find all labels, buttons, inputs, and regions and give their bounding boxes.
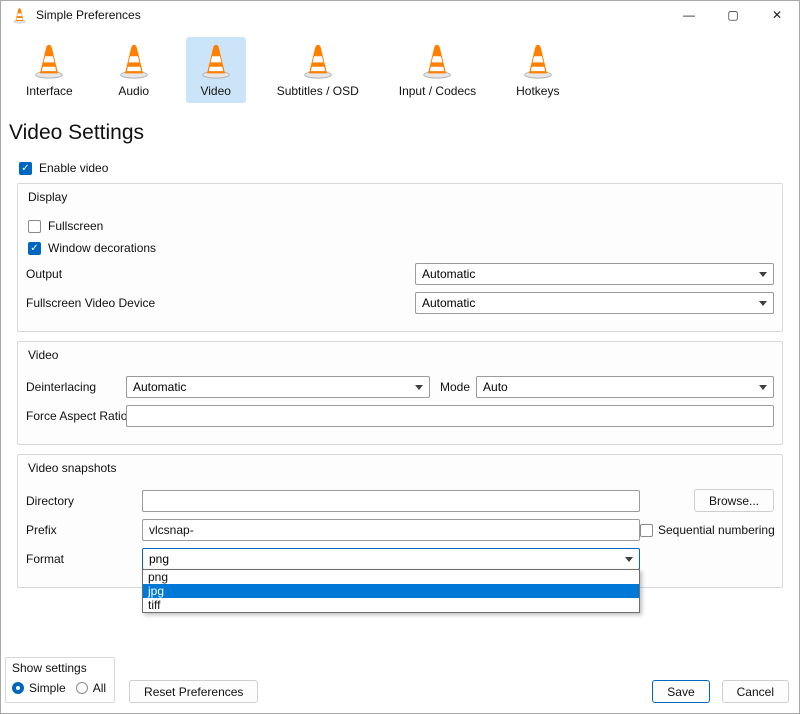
window-decorations-row: ✓ Window decorations [28, 241, 774, 255]
tab-subtitles-osd[interactable]: Subtitles / OSD [268, 37, 368, 103]
output-value: Automatic [422, 267, 753, 281]
force-aspect-ratio-label: Force Aspect Ratio [26, 409, 126, 423]
fullscreen-video-device-combobox[interactable]: Automatic [415, 292, 774, 314]
output-row: Output Automatic [26, 263, 774, 285]
deinterlacing-value: Automatic [133, 380, 409, 394]
mode-combobox[interactable]: Auto [476, 376, 774, 398]
window-controls: — ▢ ✕ [667, 1, 799, 29]
tab-audio[interactable]: Audio [104, 37, 164, 103]
video-snapshots-group: Video snapshots Directory Browse... Pref… [17, 454, 783, 588]
preferences-window: Simple Preferences — ▢ ✕ Interface Audio… [0, 0, 800, 714]
dropdown-arrow-icon [759, 385, 767, 390]
directory-label: Directory [26, 494, 142, 508]
fullscreen-label: Fullscreen [48, 219, 103, 233]
prefix-label: Prefix [26, 523, 142, 537]
format-label: Format [26, 552, 142, 566]
all-radio[interactable] [76, 682, 88, 694]
tab-interface[interactable]: Interface [17, 37, 82, 103]
mode-label: Mode [440, 380, 470, 394]
output-combobox[interactable]: Automatic [415, 263, 774, 285]
deinterlacing-combobox[interactable]: Automatic [126, 376, 430, 398]
tab-input-codecs[interactable]: Input / Codecs [390, 37, 485, 103]
enable-video-row: ✓ Enable video [19, 161, 783, 175]
format-option-png[interactable]: png [143, 570, 639, 584]
input-codecs-icon [418, 42, 456, 83]
hotkeys-icon [519, 42, 557, 83]
browse-button[interactable]: Browse... [694, 489, 774, 512]
fullscreen-row: Fullscreen [28, 219, 774, 233]
fullscreen-checkbox[interactable] [28, 220, 41, 233]
deinterlacing-label: Deinterlacing [26, 380, 126, 394]
tab-subtitles-osd-label: Subtitles / OSD [277, 84, 359, 98]
save-button[interactable]: Save [652, 680, 709, 703]
force-aspect-ratio-input[interactable] [126, 405, 774, 427]
radio-all-item[interactable]: All [76, 681, 106, 695]
display-group: Display Fullscreen ✓ Window decorations … [17, 183, 783, 332]
minimize-button[interactable]: — [667, 1, 711, 29]
tab-video[interactable]: Video [186, 37, 246, 103]
format-combobox-wrap: png png jpg tiff [142, 548, 640, 570]
fullscreen-video-device-label: Fullscreen Video Device [26, 296, 415, 310]
directory-input[interactable] [142, 490, 640, 512]
tab-hotkeys-label: Hotkeys [516, 84, 559, 98]
page-title: Video Settings [1, 111, 799, 149]
window-title: Simple Preferences [36, 8, 141, 22]
footer-bar: Show settings Simple All Reset Preferenc… [1, 657, 799, 713]
display-group-title: Display [26, 188, 774, 211]
fullscreen-video-device-row: Fullscreen Video Device Automatic [26, 292, 774, 314]
show-settings-title: Show settings [12, 661, 106, 681]
directory-row: Directory Browse... [26, 489, 774, 512]
video-group-title: Video [26, 346, 774, 369]
simple-radio-label: Simple [29, 681, 66, 695]
radio-simple-item[interactable]: Simple [12, 681, 66, 695]
format-option-tiff[interactable]: tiff [143, 598, 639, 612]
video-icon [197, 42, 235, 83]
mode-value: Auto [483, 380, 753, 394]
audio-icon [115, 42, 153, 83]
tab-input-codecs-label: Input / Codecs [399, 84, 476, 98]
enable-video-label: Enable video [39, 161, 108, 175]
all-radio-label: All [93, 681, 106, 695]
show-settings-group: Show settings Simple All [5, 657, 115, 703]
sequential-numbering-checkbox[interactable] [640, 524, 653, 537]
maximize-button[interactable]: ▢ [711, 1, 755, 29]
tab-interface-label: Interface [26, 84, 73, 98]
title-bar: Simple Preferences — ▢ ✕ [1, 1, 799, 29]
settings-content: ✓ Enable video Display Fullscreen ✓ Wind… [1, 149, 799, 657]
subtitles-icon [299, 42, 337, 83]
enable-video-checkbox[interactable]: ✓ [19, 162, 32, 175]
dropdown-arrow-icon [759, 272, 767, 277]
reset-preferences-button[interactable]: Reset Preferences [129, 680, 258, 703]
format-row: Format png png jpg tiff [26, 548, 774, 570]
prefix-input[interactable] [142, 519, 640, 541]
format-dropdown-popup: png jpg tiff [142, 569, 640, 613]
format-option-jpg[interactable]: jpg [143, 584, 639, 598]
close-button[interactable]: ✕ [755, 1, 799, 29]
vlc-app-icon [11, 7, 28, 24]
fullscreen-video-device-value: Automatic [422, 296, 753, 310]
tab-video-label: Video [200, 84, 230, 98]
cancel-button[interactable]: Cancel [722, 680, 789, 703]
sequential-numbering-row: Sequential numbering [640, 523, 775, 537]
window-decorations-label: Window decorations [48, 241, 156, 255]
format-combobox[interactable]: png [142, 548, 640, 570]
window-decorations-checkbox[interactable]: ✓ [28, 242, 41, 255]
sequential-numbering-label: Sequential numbering [658, 523, 775, 537]
interface-icon [30, 42, 68, 83]
dropdown-arrow-icon [415, 385, 423, 390]
tab-audio-label: Audio [118, 84, 149, 98]
dropdown-arrow-icon [759, 301, 767, 306]
category-toolbar: Interface Audio Video Subtitles / OSD In… [1, 29, 799, 111]
tab-hotkeys[interactable]: Hotkeys [507, 37, 568, 103]
simple-radio[interactable] [12, 682, 24, 694]
force-aspect-ratio-row: Force Aspect Ratio [26, 405, 774, 427]
video-snapshots-group-title: Video snapshots [26, 459, 774, 482]
prefix-row: Prefix Sequential numbering [26, 519, 774, 541]
format-value: png [149, 552, 619, 566]
video-group: Video Deinterlacing Automatic Mode Auto … [17, 341, 783, 445]
deinterlacing-row: Deinterlacing Automatic Mode Auto [26, 376, 774, 398]
dropdown-arrow-icon [625, 557, 633, 562]
output-label: Output [26, 267, 415, 281]
